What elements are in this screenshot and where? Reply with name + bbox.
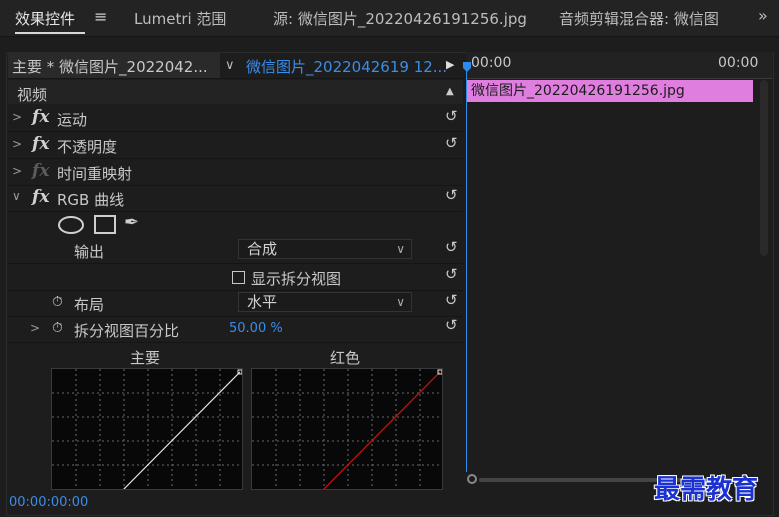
split-view-label: 显示拆分视图: [251, 270, 342, 288]
play-icon[interactable]: ▶: [446, 58, 454, 71]
fx-icon[interactable]: fx: [32, 107, 49, 127]
layout-dropdown[interactable]: 水平 ∨: [238, 292, 412, 312]
reset-icon[interactable]: ↺: [445, 186, 463, 204]
ruler-start-time: 00:00: [471, 55, 512, 71]
output-value: 合成: [247, 240, 278, 258]
split-percent-value[interactable]: 50.00 %: [229, 321, 283, 336]
red-curve-graph[interactable]: [251, 368, 443, 490]
panel-tab-bar: 效果控件 ≡ Lumetri 范围 源: 微信图片_20220426191256…: [0, 0, 779, 37]
chevron-down-icon: ∨: [396, 242, 405, 256]
tab-source-monitor[interactable]: 源: 微信图片_20220426191256.jpg: [273, 8, 527, 29]
effect-label: 不透明度: [57, 138, 118, 156]
divider: [8, 78, 463, 79]
expand-arrow-icon[interactable]: >: [12, 164, 22, 178]
rectangle-mask-icon[interactable]: [94, 215, 116, 234]
ellipse-mask-icon[interactable]: [58, 216, 84, 234]
master-clip-label[interactable]: 主要 * 微信图片_2022042...: [12, 56, 217, 77]
red-curve-svg[interactable]: [252, 369, 443, 490]
property-row-layout: ⏱ 布局 水平 ∨ ↺: [8, 290, 463, 317]
collapse-arrow-icon[interactable]: ∨: [12, 189, 21, 203]
fx-icon: fx: [32, 161, 50, 181]
stopwatch-icon[interactable]: ⏱: [52, 294, 63, 310]
timeline-vertical-scrollbar[interactable]: [760, 80, 768, 256]
pen-mask-icon[interactable]: ✒: [124, 212, 139, 233]
red-curve-title: 红色: [330, 349, 361, 367]
reset-icon[interactable]: ↺: [445, 238, 463, 256]
expand-arrow-icon[interactable]: >: [30, 321, 40, 335]
reset-icon[interactable]: ↺: [445, 265, 463, 283]
split-view-checkbox[interactable]: [232, 271, 245, 284]
chevron-down-icon: ∨: [396, 295, 405, 309]
layout-label: 布局: [74, 296, 105, 314]
expand-arrow-icon[interactable]: >: [12, 137, 22, 151]
layout-value: 水平: [247, 293, 278, 311]
fx-icon[interactable]: fx: [32, 187, 49, 207]
expand-arrow-icon[interactable]: >: [12, 110, 22, 124]
reset-icon[interactable]: ↺: [445, 134, 463, 152]
video-section-label: 视频: [17, 86, 48, 104]
reset-icon[interactable]: ↺: [445, 316, 463, 334]
master-curve-title: 主要: [130, 349, 161, 367]
property-row-output: 输出 合成 ∨ ↺: [8, 237, 463, 264]
collapse-up-icon[interactable]: ▲: [446, 86, 454, 97]
effect-row-rgb-curves[interactable]: ∨ fx RGB 曲线 ↺: [8, 185, 463, 212]
property-row-split-view: 显示拆分视图 ↺: [8, 264, 463, 291]
active-tab-indicator: [15, 32, 85, 34]
fx-icon[interactable]: fx: [32, 134, 49, 154]
timeline-clip[interactable]: 微信图片_20220426191256.jpg: [467, 80, 753, 102]
effect-row-time-remap[interactable]: > fx 时间重映射: [8, 159, 463, 186]
ruler-end-time: 00:00: [718, 55, 759, 71]
property-row-split-percent: > ⏱ 拆分视图百分比 50.00 % ↺: [8, 316, 463, 343]
tab-audio-clip-mixer[interactable]: 音频剪辑混合器: 微信图: [559, 8, 755, 29]
playhead-line[interactable]: [466, 62, 467, 472]
master-curve-graph[interactable]: [51, 368, 243, 490]
watermark-logo: 最需教育: [654, 475, 759, 505]
effect-row-motion[interactable]: > fx 运动 ↺: [8, 105, 463, 132]
output-dropdown[interactable]: 合成 ∨: [238, 239, 412, 259]
stopwatch-icon[interactable]: ⏱: [52, 320, 63, 336]
effect-label: 运动: [57, 111, 88, 129]
effect-label: RGB 曲线: [57, 191, 125, 209]
split-percent-label: 拆分视图百分比: [74, 322, 180, 340]
sequence-clip-label[interactable]: 微信图片_2022042619 12...: [246, 56, 447, 77]
reset-icon[interactable]: ↺: [445, 107, 463, 125]
more-tabs-icon[interactable]: »: [758, 6, 768, 25]
panel-menu-icon[interactable]: ≡: [94, 7, 107, 26]
video-section-header[interactable]: [8, 80, 463, 104]
effect-row-opacity[interactable]: > fx 不透明度 ↺: [8, 132, 463, 159]
chevron-down-icon[interactable]: ∨: [225, 58, 235, 73]
current-timecode[interactable]: 00:00:00:00: [9, 495, 88, 510]
output-label: 输出: [74, 243, 105, 261]
tab-effect-controls[interactable]: 效果控件: [15, 8, 75, 29]
effect-label: 时间重映射: [57, 165, 133, 183]
tab-lumetri-scopes[interactable]: Lumetri 范围: [134, 8, 226, 29]
zoom-handle[interactable]: [467, 474, 477, 484]
reset-icon[interactable]: ↺: [445, 291, 463, 309]
master-curve-svg[interactable]: [52, 369, 243, 490]
